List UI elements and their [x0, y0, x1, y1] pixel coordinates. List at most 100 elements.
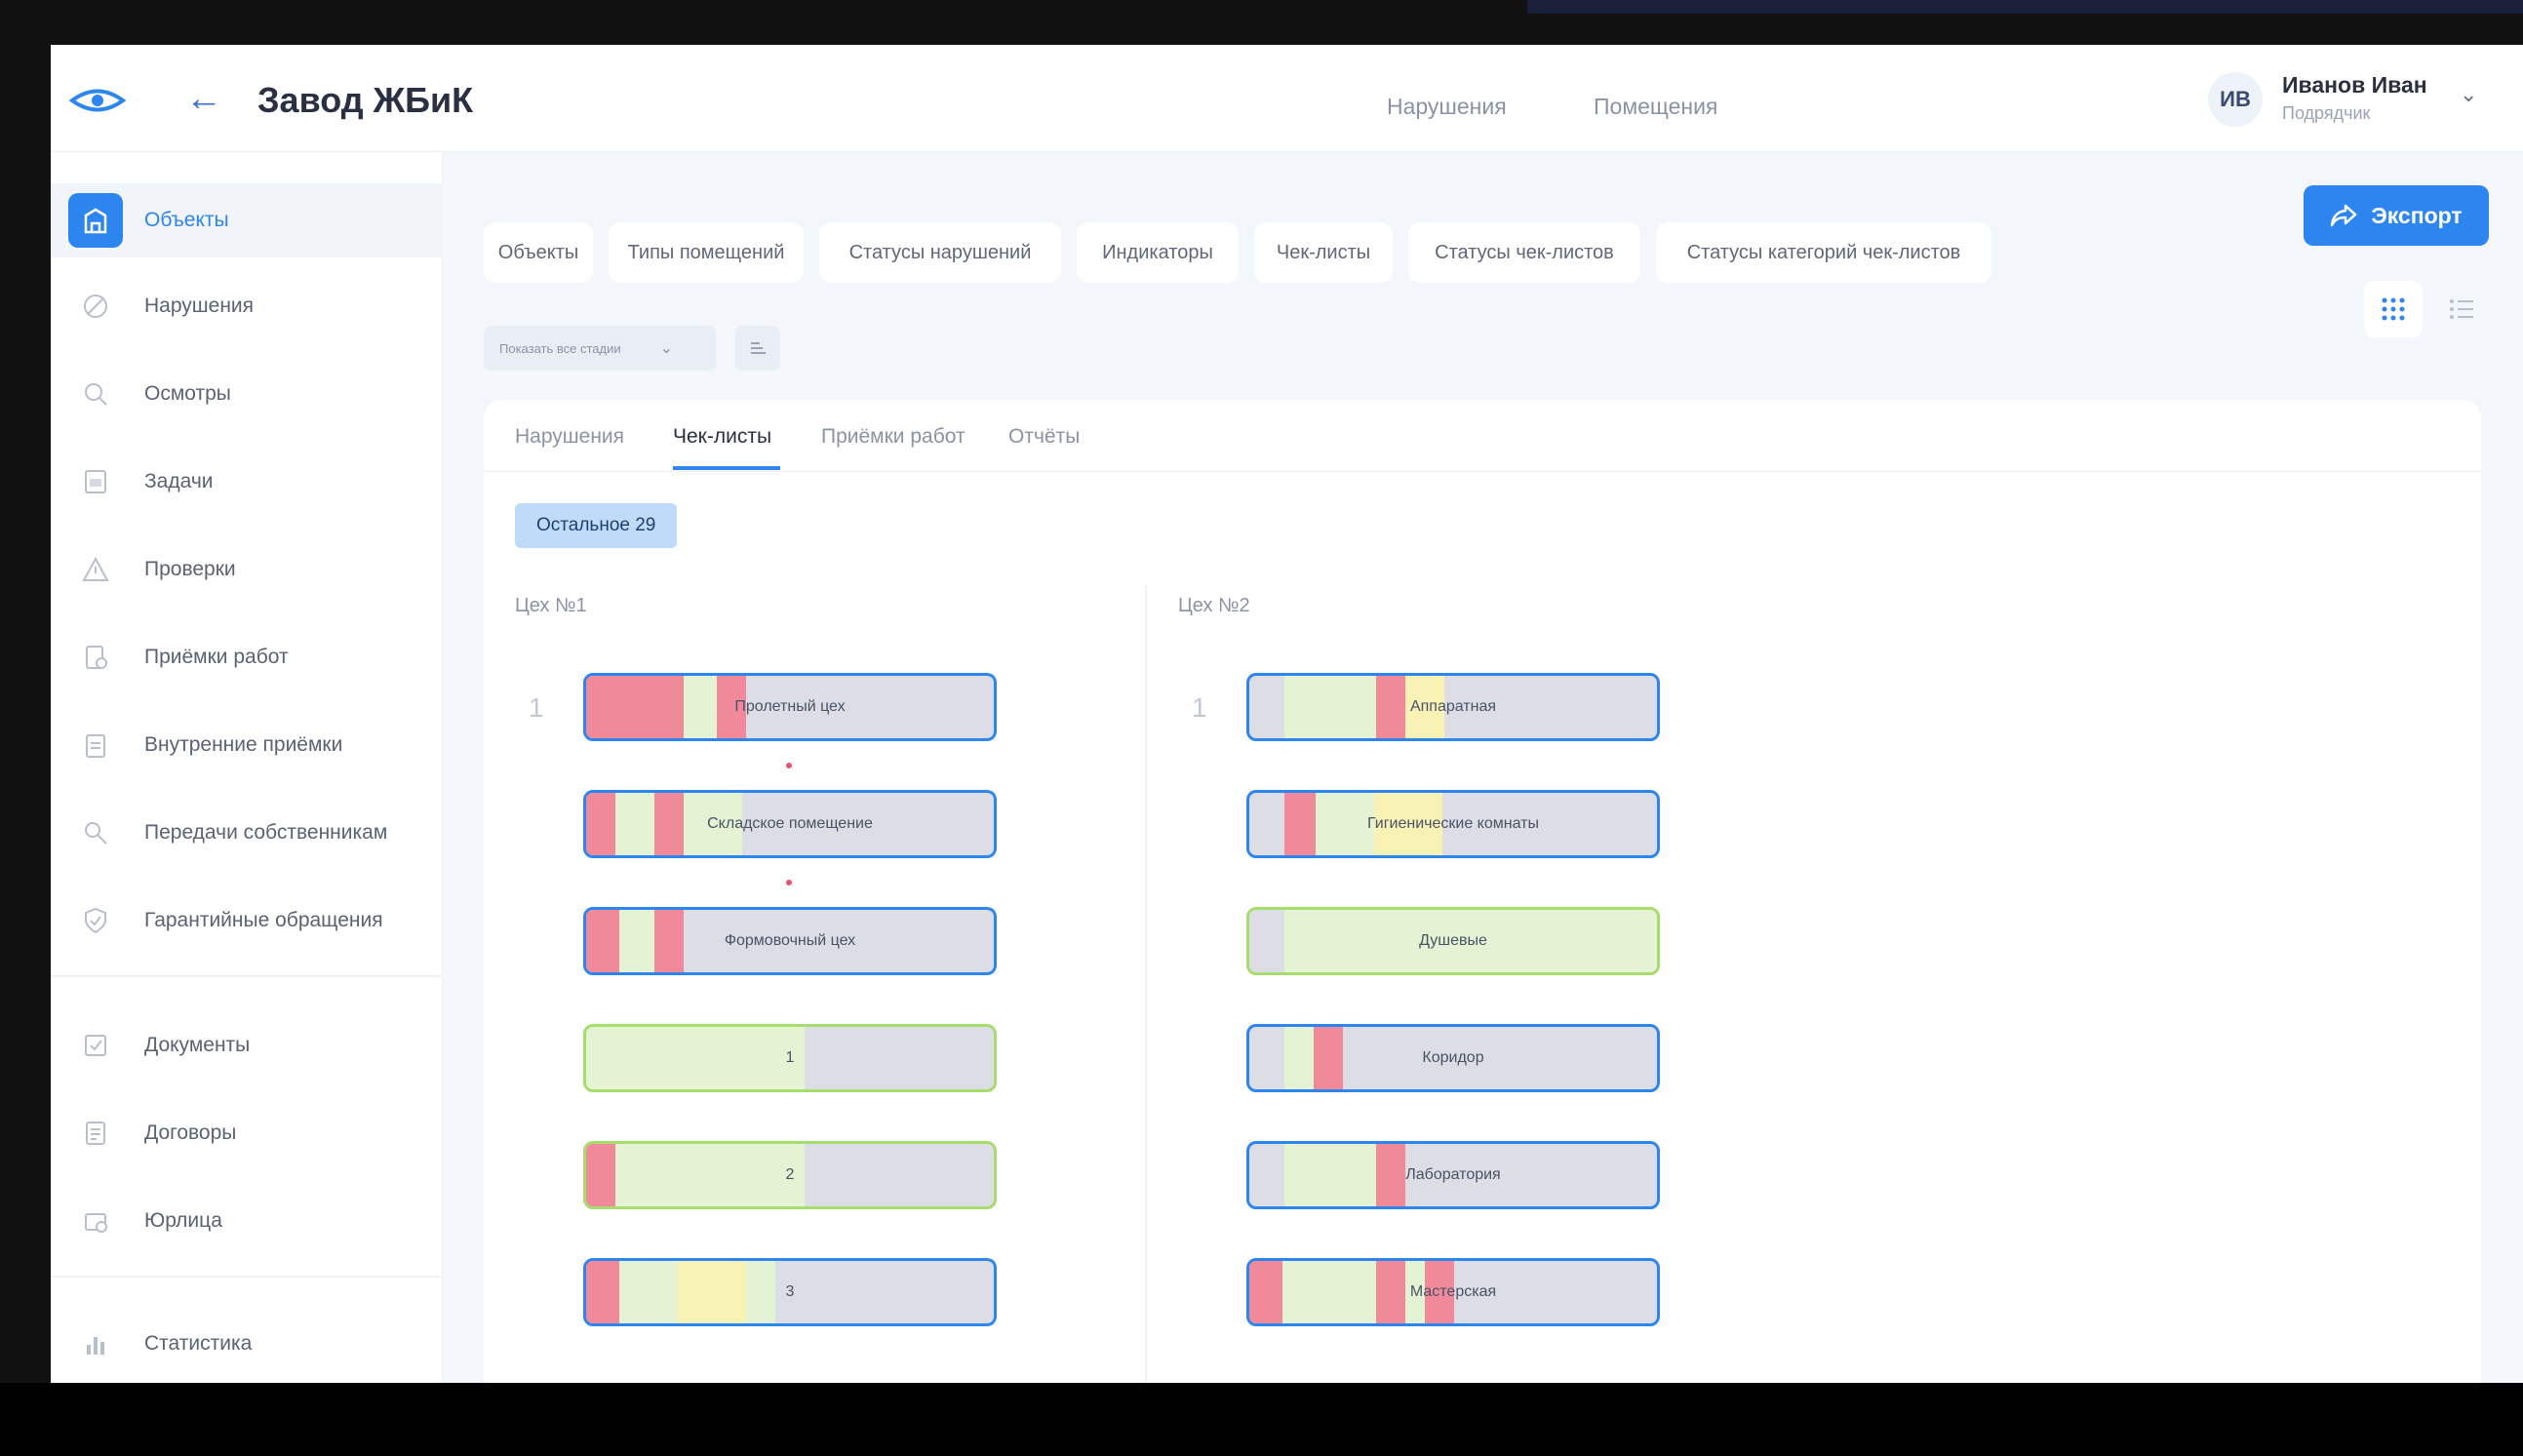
warning-icon — [68, 542, 123, 597]
room-card[interactable]: 3 — [583, 1258, 997, 1326]
room-label: 2 — [785, 1166, 795, 1183]
stage-select-value: Показать все стадии — [499, 340, 621, 356]
clipboard-icon — [68, 718, 123, 772]
ban-icon — [68, 279, 123, 334]
sidebar-item-label: Нарушения — [144, 295, 255, 317]
sidebar-item-label: Осмотры — [144, 382, 231, 405]
sidebar-item-inspections[interactable]: Осмотры — [51, 357, 443, 431]
tab-reports[interactable]: Отчёты — [1008, 425, 1080, 449]
sidebar-item-label: Приёмки работ — [144, 646, 289, 668]
sidebar-item-checks[interactable]: Проверки — [51, 532, 443, 607]
legal-entity-icon — [68, 1194, 123, 1248]
room-card[interactable]: 1 — [583, 1024, 997, 1092]
filter-checklists[interactable]: Чек-листы — [1254, 222, 1393, 283]
sidebar-item-internal-acceptance[interactable]: Внутренние приёмки — [51, 708, 443, 782]
room-card[interactable]: Пролетный цех — [583, 673, 997, 741]
bar-chart-icon — [68, 1317, 123, 1371]
sort-button[interactable] — [735, 326, 780, 371]
room-card[interactable]: Гигиенические комнаты — [1246, 790, 1660, 858]
floor-number: 1 — [1192, 692, 1207, 723]
sidebar-item-label: Документы — [144, 1034, 251, 1056]
shield-icon — [68, 893, 123, 948]
avatar[interactable]: ИВ — [2208, 72, 2263, 127]
sidebar-item-tasks[interactable]: Задачи — [51, 445, 443, 519]
room-label: Пролетный цех — [734, 698, 846, 715]
filter-checklist-statuses[interactable]: Статусы чек-листов — [1408, 222, 1640, 283]
filter-violation-statuses[interactable]: Статусы нарушений — [819, 222, 1061, 283]
share-arrow-icon — [2331, 204, 2357, 227]
filter-room-types[interactable]: Типы помещений — [609, 222, 804, 283]
room-label: Лаборатория — [1405, 1166, 1501, 1183]
room-label: Гигиенические комнаты — [1367, 815, 1539, 832]
connector-dot — [786, 880, 792, 885]
sidebar-item-label: Гарантийные обращения — [144, 909, 383, 931]
sidebar: Объекты Нарушения Осмотры Задачи Проверк… — [51, 152, 443, 1383]
column-title-workshop-2: Цех №2 — [1178, 595, 1250, 616]
room-label: 3 — [785, 1283, 795, 1300]
tab-violations[interactable]: Нарушения — [515, 425, 624, 449]
room-card[interactable]: Формовочный цех — [583, 907, 997, 975]
sidebar-item-label: Юрлица — [144, 1209, 222, 1232]
sidebar-item-legal-entities[interactable]: Юрлица — [51, 1184, 443, 1258]
sidebar-item-work-acceptance[interactable]: Приёмки работ — [51, 620, 443, 694]
export-button[interactable]: Экспорт — [2304, 185, 2489, 246]
sidebar-item-violations[interactable]: Нарушения — [51, 269, 443, 343]
main-content: Объекты Типы помещений Статусы нарушений… — [443, 152, 2523, 1383]
room-card[interactable]: Душевые — [1246, 907, 1660, 975]
list-icon — [2450, 299, 2473, 319]
tab-work-acceptance[interactable]: Приёмки работ — [821, 425, 966, 449]
search-icon — [68, 367, 123, 421]
filter-checklist-category-statuses[interactable]: Статусы категорий чек-листов — [1656, 222, 1991, 283]
sidebar-item-handovers[interactable]: Передачи собственникам — [51, 796, 443, 870]
floor-number: 1 — [529, 692, 544, 723]
contract-icon — [68, 1106, 123, 1161]
sidebar-item-objects[interactable]: Объекты — [51, 183, 443, 257]
filter-indicators[interactable]: Индикаторы — [1077, 222, 1239, 283]
stage-select[interactable]: Показать все стадии ⌄ — [484, 326, 716, 371]
eye-logo-icon[interactable] — [68, 86, 127, 115]
acceptance-icon — [68, 630, 123, 685]
room-label: Душевые — [1419, 932, 1487, 949]
back-arrow-icon[interactable]: ← — [185, 80, 222, 117]
sidebar-item-documents[interactable]: Документы — [51, 1008, 443, 1082]
topnav-rooms[interactable]: Помещения — [1594, 94, 1717, 120]
screen-bezel-bottom — [0, 1383, 2523, 1456]
document-check-icon — [68, 1018, 123, 1073]
sidebar-divider — [51, 975, 443, 977]
room-card[interactable]: Коридор — [1246, 1024, 1660, 1092]
grid-view-button[interactable] — [2364, 281, 2423, 337]
user-name[interactable]: Иванов Иван — [2282, 72, 2427, 98]
room-card[interactable]: 2 — [583, 1141, 997, 1209]
room-card[interactable]: Лаборатория — [1246, 1141, 1660, 1209]
sidebar-item-statistics[interactable]: Статистика — [51, 1307, 443, 1381]
room-card[interactable]: Мастерская — [1246, 1258, 1660, 1326]
building-icon — [68, 193, 123, 248]
room-label: 1 — [785, 1049, 795, 1066]
sidebar-item-contracts[interactable]: Договоры — [51, 1096, 443, 1170]
filter-objects[interactable]: Объекты — [484, 222, 593, 283]
column-divider — [1145, 585, 1147, 1383]
room-label: Формовочный цех — [724, 932, 856, 949]
sidebar-item-label: Внутренние приёмки — [144, 733, 343, 756]
other-chip[interactable]: Остальное 29 — [515, 503, 678, 548]
top-bar: ← Завод ЖБиК Нарушения Помещения ИВ Иван… — [51, 45, 2523, 152]
sort-icon — [751, 342, 766, 354]
chevron-down-icon[interactable]: ⌄ — [2460, 82, 2477, 107]
chevron-down-icon: ⌄ — [659, 340, 674, 357]
tab-checklists[interactable]: Чек-листы — [673, 425, 771, 449]
list-view-button[interactable] — [2432, 281, 2491, 337]
checklists-panel: Нарушения Чек-листы Приёмки работ Отчёты… — [484, 400, 2481, 1383]
handover-icon — [68, 806, 123, 860]
room-card[interactable]: Аппаратная — [1246, 673, 1660, 741]
page-title: Завод ЖБиК — [257, 80, 474, 120]
export-button-label: Экспорт — [2371, 202, 2463, 228]
room-label: Складское помещение — [707, 815, 873, 832]
sidebar-item-label: Договоры — [144, 1122, 237, 1144]
app-window: ← Завод ЖБиК Нарушения Помещения ИВ Иван… — [51, 45, 2523, 1383]
connector-dot — [786, 763, 792, 768]
sidebar-item-warranty[interactable]: Гарантийные обращения — [51, 884, 443, 958]
topnav-violations[interactable]: Нарушения — [1387, 94, 1507, 120]
room-card[interactable]: Складское помещение — [583, 790, 997, 858]
column-title-workshop-1: Цех №1 — [515, 595, 587, 616]
task-icon — [68, 454, 123, 509]
